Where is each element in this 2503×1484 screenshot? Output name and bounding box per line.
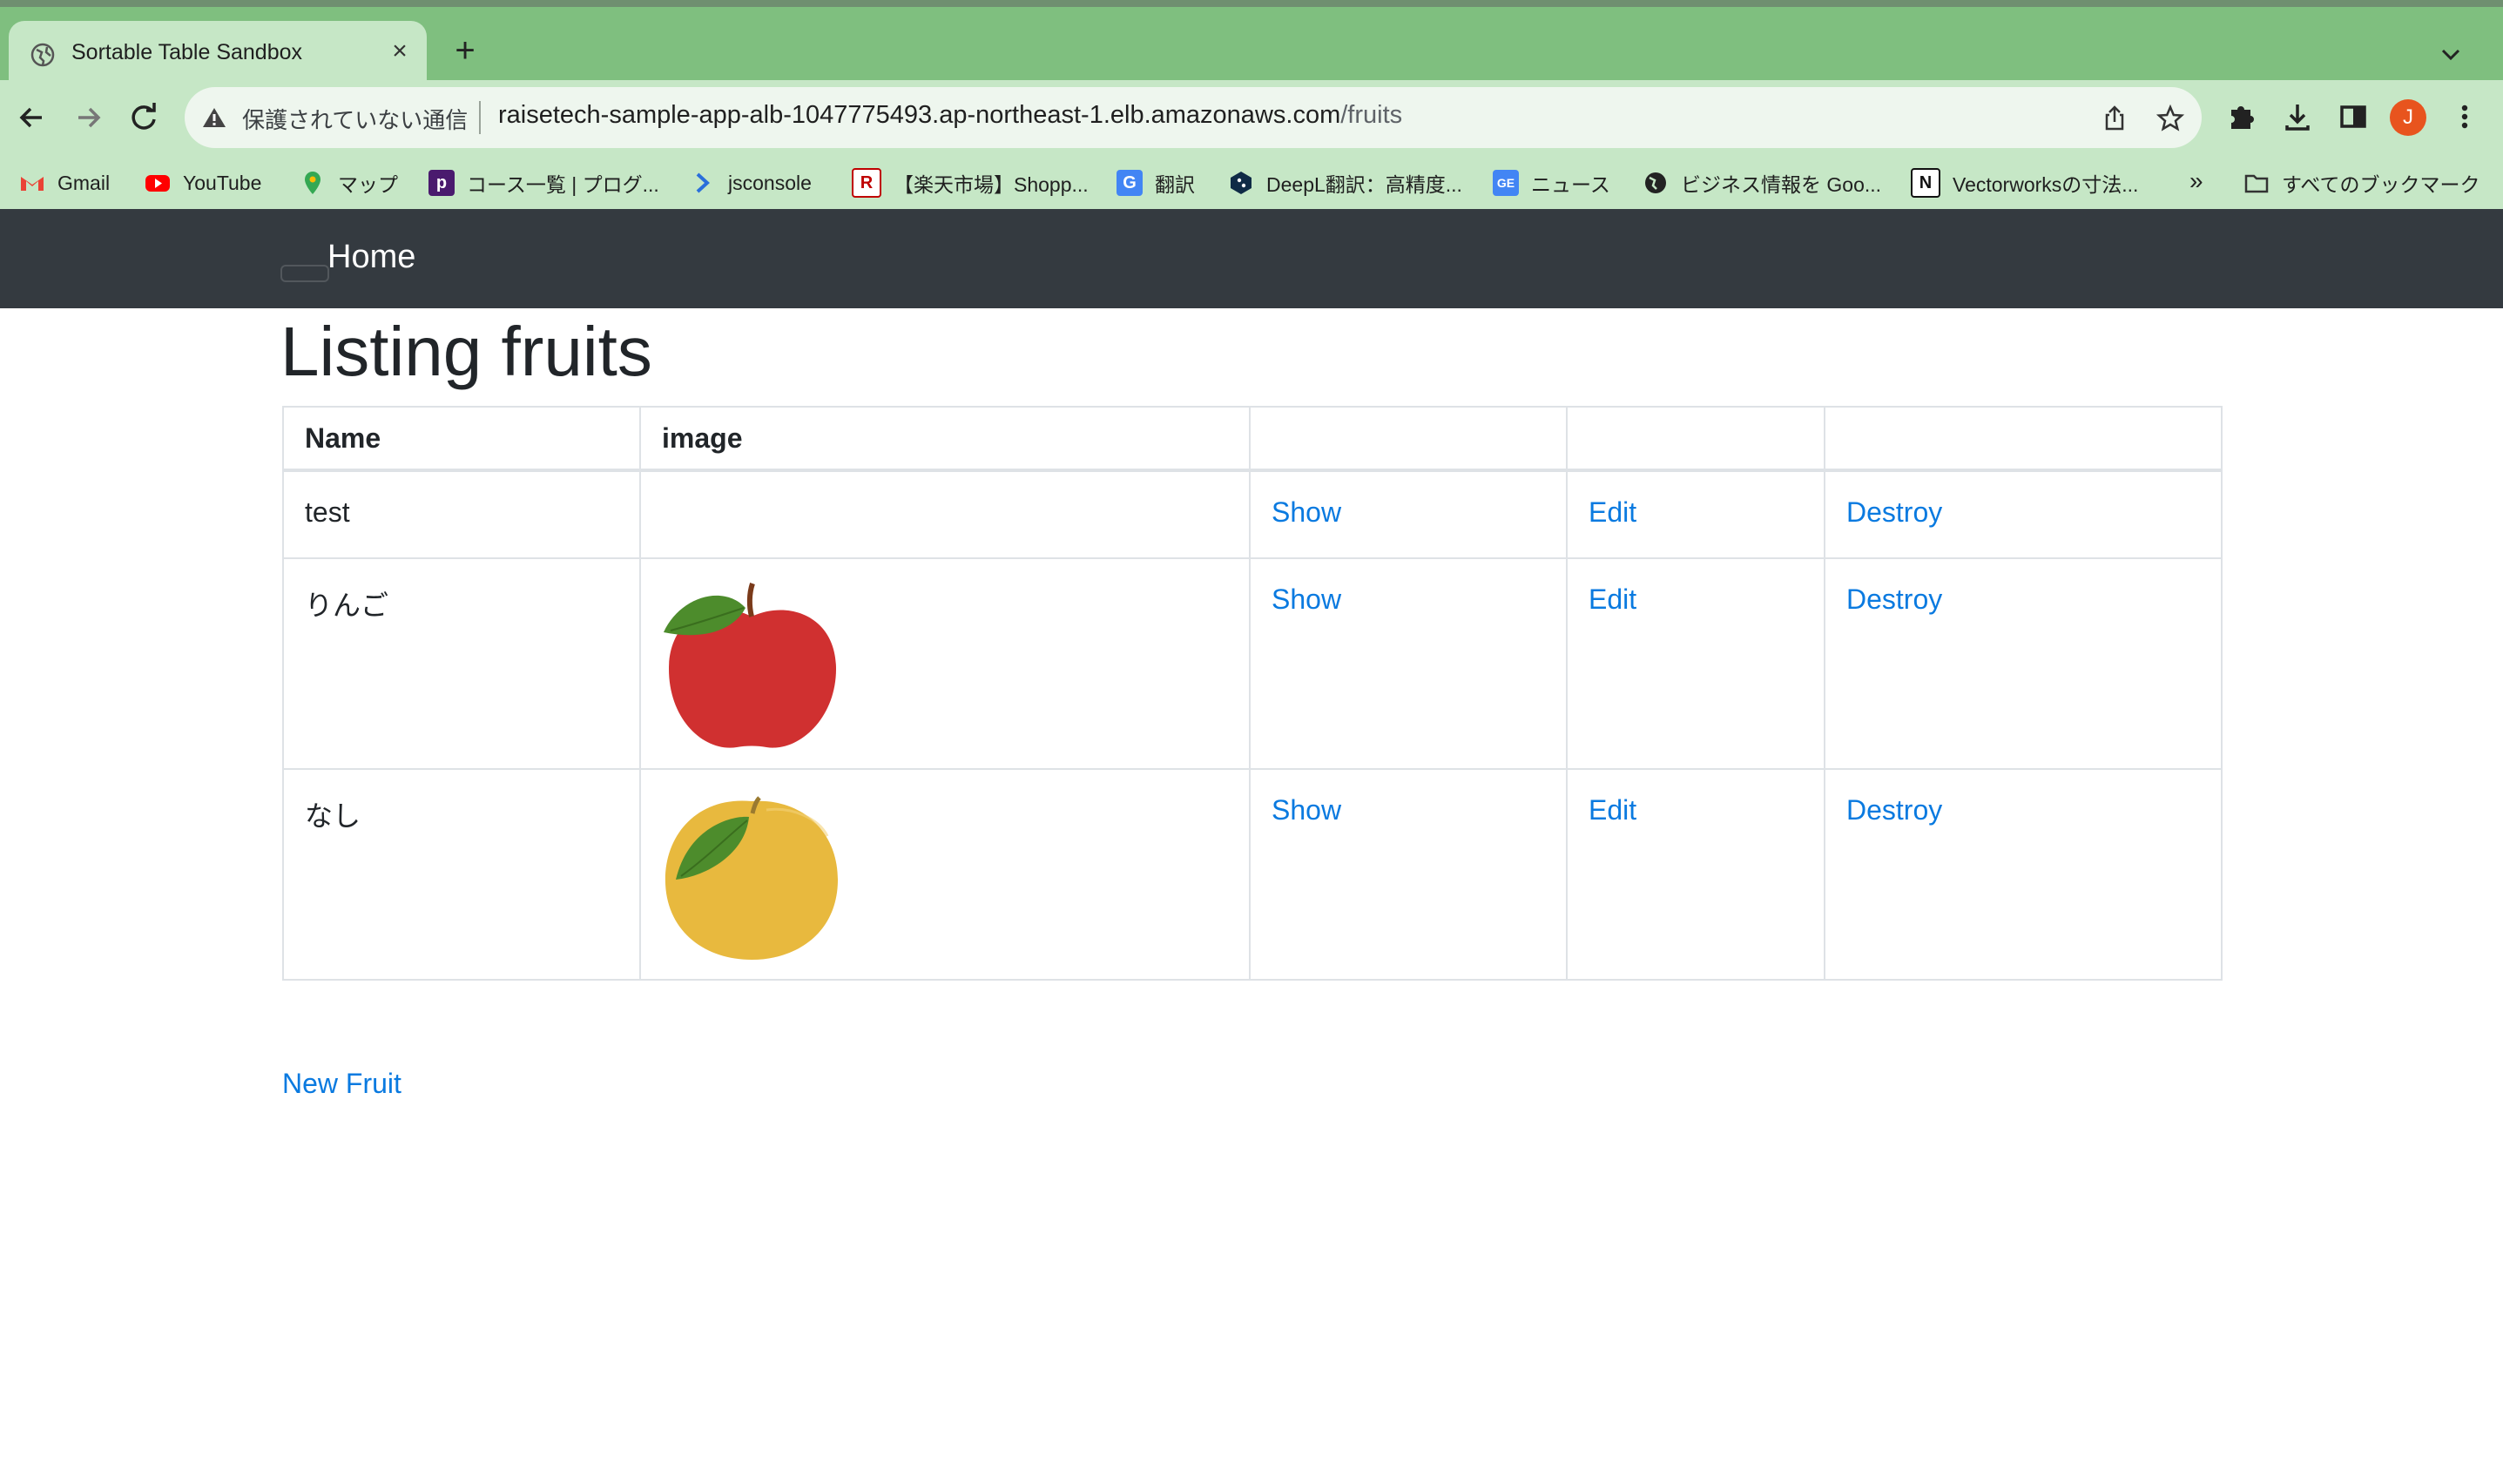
youtube-icon — [145, 175, 170, 192]
bookmark-gmail[interactable]: Gmail — [19, 167, 110, 199]
apple-image — [664, 583, 836, 748]
address-bar[interactable]: 保護されていない通信 raisetech-sample-app-alb-1047… — [185, 87, 2202, 148]
menu-icon[interactable] — [2447, 99, 2482, 134]
bookmark-translate[interactable]: G 翻訳 — [1117, 167, 1195, 199]
bookmark-course[interactable]: p コース一覧 | プログ... — [428, 167, 659, 199]
navbar-toggler[interactable] — [280, 265, 329, 282]
bookmark-deepl[interactable]: DeepL翻訳：高精度... — [1228, 167, 1462, 199]
navbar-brand-home[interactable]: Home — [327, 239, 415, 276]
forward-icon[interactable] — [70, 99, 106, 136]
bookmark-star-icon[interactable] — [2156, 105, 2184, 132]
all-bookmarks-folder[interactable]: すべてのブックマーク — [2243, 167, 2479, 199]
new-fruit-link[interactable]: New Fruit — [282, 1068, 401, 1100]
fruit-name: なし — [282, 768, 641, 981]
bookmark-business[interactable]: ビジネス情報を Goo... — [1643, 167, 1881, 199]
globe-icon — [30, 43, 55, 67]
column-header-show — [1249, 406, 1568, 472]
fruit-image-cell — [639, 557, 1251, 770]
bookmark-jsconsole[interactable]: jsconsole — [690, 167, 812, 199]
bookmark-label: Vectorworksの寸法... — [1953, 173, 2139, 196]
gmail-icon — [21, 177, 44, 191]
table-row: なし Show Edit Destroy — [282, 768, 2223, 981]
edit-link[interactable]: Edit — [1589, 496, 1636, 528]
bookmark-rakuten[interactable]: R 【楽天市場】Shopp... — [852, 167, 1089, 199]
tab-search-chevron-icon[interactable] — [2435, 38, 2466, 70]
table-row: りんご Show Edit Destroy — [282, 557, 2223, 770]
page-title: Listing fruits — [280, 313, 652, 390]
bookmark-label: DeepL翻訳：高精度... — [1266, 173, 1462, 196]
maps-icon — [305, 172, 320, 194]
bookmark-label: YouTube — [183, 171, 262, 194]
reload-icon[interactable] — [125, 99, 162, 136]
column-header-name: Name — [282, 406, 641, 472]
share-icon[interactable] — [2101, 105, 2129, 132]
bookmark-label: ビジネス情報を Goo... — [1681, 173, 1882, 196]
tab-strip: Sortable Table Sandbox × + — [0, 7, 2503, 87]
folder-icon — [2244, 174, 2269, 193]
bookmark-label: Gmail — [57, 171, 111, 194]
globe-icon — [1645, 172, 1666, 193]
extensions-icon[interactable] — [2224, 99, 2259, 134]
window-top-edge — [0, 0, 2503, 7]
back-icon[interactable] — [14, 99, 51, 136]
column-header-destroy — [1824, 406, 2223, 472]
column-header-edit — [1566, 406, 1825, 472]
bookmark-label: すべてのブックマーク — [2282, 173, 2480, 196]
bookmark-vectorworks[interactable]: N Vectorworksの寸法... — [1911, 167, 2138, 199]
destroy-link[interactable]: Destroy — [1846, 794, 1942, 826]
fruit-image-cell — [639, 469, 1251, 559]
bookmark-maps[interactable]: マップ — [300, 167, 398, 199]
new-tab-button[interactable]: + — [446, 33, 484, 71]
url-text[interactable]: raisetech-sample-app-alb-1047775493.ap-n… — [498, 101, 1402, 130]
bookmark-news[interactable]: GE ニュース — [1493, 167, 1610, 199]
url-host: raisetech-sample-app-alb-1047775493.ap-n… — [498, 101, 1341, 129]
news-icon: GE — [1493, 170, 1519, 196]
bookmarks-bar: Gmail YouTube マップ p コース一覧 | プログ... jscon… — [0, 155, 2503, 209]
address-separator — [479, 101, 481, 134]
tab-close-icon[interactable]: × — [385, 37, 415, 66]
pear-image — [665, 796, 838, 960]
bookmark-label: マップ — [338, 173, 398, 196]
browser-toolbar: 保護されていない通信 raisetech-sample-app-alb-1047… — [0, 80, 2503, 155]
security-status[interactable]: 保護されていない通信 — [242, 103, 468, 135]
table-header-row: Name image — [282, 406, 2223, 472]
show-link[interactable]: Show — [1272, 496, 1341, 528]
edit-link[interactable]: Edit — [1589, 794, 1636, 826]
url-path: /fruits — [1340, 101, 1403, 129]
bookmark-label: コース一覧 | プログ... — [467, 173, 659, 196]
bookmark-label: 翻訳 — [1155, 173, 1195, 196]
rakuten-icon: R — [852, 168, 881, 198]
fruits-table: Name image test Show Edit Destroy りんご Sh… — [282, 406, 2223, 981]
warning-icon[interactable] — [202, 106, 226, 129]
course-icon: p — [428, 170, 455, 196]
show-link[interactable]: Show — [1272, 794, 1341, 826]
destroy-link[interactable]: Destroy — [1846, 583, 1942, 615]
site-navbar: Home — [0, 209, 2503, 308]
notion-icon: N — [1911, 168, 1940, 198]
chevron-icon — [696, 172, 710, 193]
table-row: test Show Edit Destroy — [282, 469, 2223, 559]
bookmark-label: ニュース — [1531, 173, 1610, 196]
tab-active[interactable]: Sortable Table Sandbox × — [9, 21, 427, 87]
bookmark-label: 【楽天市場】Shopp... — [894, 173, 1089, 196]
profile-avatar[interactable]: J — [2390, 99, 2426, 136]
show-link[interactable]: Show — [1272, 583, 1341, 615]
tab-title: Sortable Table Sandbox — [71, 40, 303, 64]
download-icon[interactable] — [2280, 99, 2315, 134]
translate-icon: G — [1117, 170, 1143, 196]
fruit-name: test — [282, 469, 641, 559]
bookmark-label: jsconsole — [728, 171, 812, 194]
fruit-name: りんご — [282, 557, 641, 770]
destroy-link[interactable]: Destroy — [1846, 496, 1942, 528]
edit-link[interactable]: Edit — [1589, 583, 1636, 615]
fruit-image-cell — [639, 768, 1251, 981]
bookmark-youtube[interactable]: YouTube — [145, 167, 261, 199]
bookmarks-overflow-button[interactable]: » — [2189, 167, 2203, 195]
column-header-image: image — [639, 406, 1251, 472]
deepl-icon — [1231, 172, 1252, 194]
side-panel-icon[interactable] — [2336, 99, 2371, 134]
